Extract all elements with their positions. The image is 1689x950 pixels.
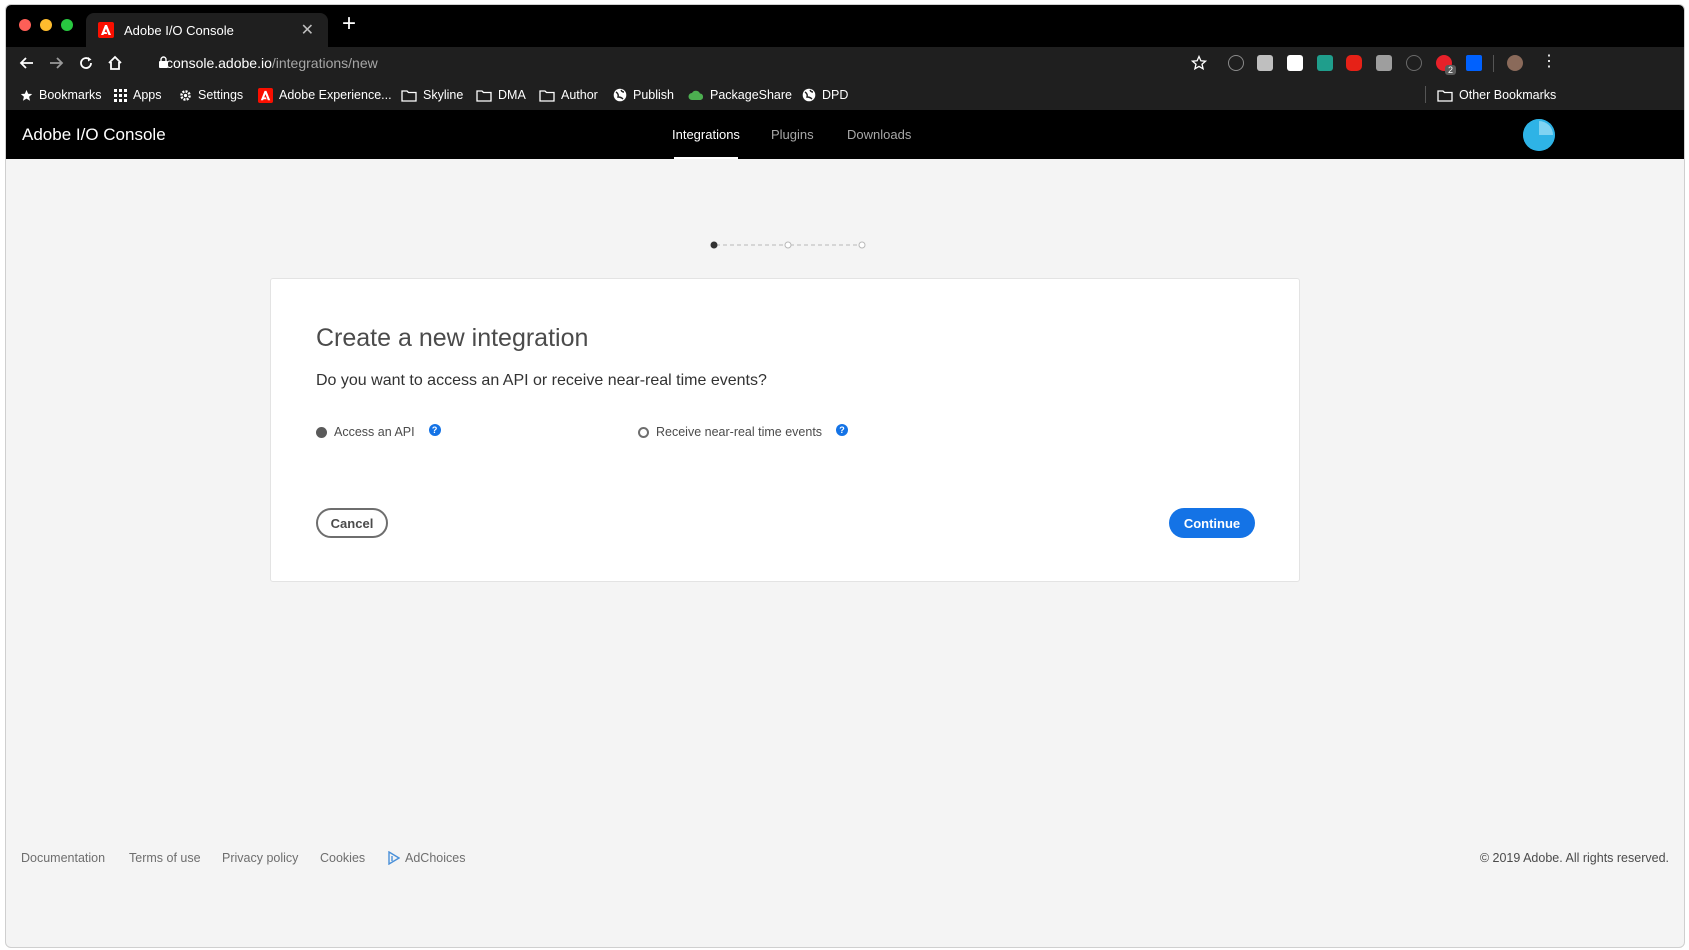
radio-receive-events[interactable]: Receive near-real time events ?: [638, 424, 849, 439]
star-icon: [20, 89, 33, 101]
adobe-logo-icon: [98, 22, 114, 38]
address-bar[interactable]: console.adobe.io/integrations/new: [166, 55, 378, 71]
cloud-icon: [688, 90, 704, 100]
radio-access-api[interactable]: Access an API ?: [316, 424, 441, 439]
avatar-icon: [1523, 119, 1555, 151]
back-arrow-icon[interactable]: [18, 54, 36, 72]
tab-strip: Adobe I/O Console ✕ +: [6, 5, 1684, 47]
folder-icon: [1437, 89, 1453, 102]
browser-tab[interactable]: Adobe I/O Console ✕: [86, 13, 328, 47]
nav-tab-plugins[interactable]: Plugins: [771, 127, 814, 142]
bookmark-packageshare[interactable]: PackageShare: [688, 86, 792, 104]
folder-icon: [539, 89, 555, 102]
cancel-button[interactable]: Cancel: [316, 508, 388, 538]
nav-tab-downloads[interactable]: Downloads: [847, 127, 911, 142]
broadcast-extension-icon[interactable]: [1406, 55, 1422, 71]
help-icon[interactable]: ?: [428, 424, 441, 436]
nav-tab-integrations[interactable]: Integrations: [672, 127, 740, 142]
tab-title: Adobe I/O Console: [124, 23, 234, 38]
step-3-dot: [858, 241, 866, 249]
copyright-text: © 2019 Adobe. All rights reserved.: [1479, 851, 1669, 865]
bookmark-adobe-experience[interactable]: Adobe Experience...: [258, 86, 392, 104]
browser-window: Adobe I/O Console ✕ + console.adobe.io/i…: [5, 4, 1685, 948]
bookmark-bookmarks[interactable]: Bookmarks: [20, 86, 102, 104]
info-extension-icon[interactable]: [1228, 55, 1244, 71]
close-tab-icon[interactable]: ✕: [301, 20, 314, 40]
step-1-dot: [710, 241, 718, 249]
bookmarks-bar: Bookmarks Apps Settings Adobe Experience…: [6, 79, 1684, 110]
radio-unselected-dot[interactable]: [638, 426, 649, 438]
browser-toolbar: console.adobe.io/integrations/new 2 ⋮: [6, 47, 1684, 79]
help-icon[interactable]: ?: [836, 424, 849, 436]
extension-badge-count: 2: [1445, 65, 1457, 75]
new-tab-button[interactable]: +: [342, 12, 356, 36]
dropbox-extension-icon[interactable]: [1466, 55, 1482, 71]
globe-icon: [613, 88, 627, 102]
browser-menu-icon[interactable]: ⋮: [1541, 53, 1557, 71]
youtube-extension-icon[interactable]: [1346, 55, 1362, 71]
apps-grid-icon: [114, 88, 127, 102]
sheets-extension-icon[interactable]: [1317, 55, 1333, 71]
folder-icon: [476, 89, 492, 102]
footer-link-terms[interactable]: Terms of use: [129, 851, 201, 865]
puzzle-extension-icon[interactable]: [1376, 55, 1392, 71]
bookmark-other-bookmarks[interactable]: Other Bookmarks: [1437, 86, 1556, 104]
reload-icon[interactable]: [77, 54, 95, 72]
bookmark-author[interactable]: Author: [539, 86, 598, 104]
bookmarks-divider: [1425, 86, 1426, 103]
continue-button[interactable]: Continue: [1169, 508, 1255, 538]
page-footer: Documentation Terms of use Privacy polic…: [6, 831, 1684, 883]
adchoices-icon: [388, 851, 400, 865]
adobe-logo-icon: [258, 87, 273, 103]
app-brand[interactable]: Adobe I/O Console: [22, 125, 166, 145]
home-icon[interactable]: [106, 54, 124, 72]
grid-extension-icon[interactable]: [1257, 55, 1273, 71]
window-zoom-button[interactable]: [61, 19, 73, 31]
integration-question: Do you want to access an API or receive …: [316, 372, 767, 389]
radio-label: Access an API: [334, 425, 415, 439]
bookmark-skyline[interactable]: Skyline: [401, 86, 463, 104]
drive-extension-icon[interactable]: [1287, 55, 1303, 71]
bookmark-apps[interactable]: Apps: [114, 86, 162, 104]
window-minimize-button[interactable]: [40, 19, 52, 31]
bookmark-dpd[interactable]: DPD: [802, 86, 848, 104]
folder-icon: [401, 89, 417, 102]
bookmark-settings[interactable]: Settings: [179, 86, 243, 104]
radio-label: Receive near-real time events: [656, 425, 823, 439]
url-path: /integrations/new: [271, 55, 378, 71]
gear-icon: [180, 89, 191, 101]
bookmark-star-icon[interactable]: [1191, 55, 1207, 71]
bookmark-publish[interactable]: Publish: [613, 86, 674, 104]
user-avatar[interactable]: [1523, 119, 1555, 151]
active-tab-indicator: [674, 157, 738, 159]
app-header: Adobe I/O Console Integrations Plugins D…: [6, 110, 1684, 159]
page-title: Create a new integration: [316, 324, 589, 352]
forward-arrow-icon[interactable]: [47, 54, 65, 72]
progress-stepper: [710, 241, 866, 249]
footer-link-cookies[interactable]: Cookies: [320, 851, 365, 865]
radio-selected-dot[interactable]: [316, 426, 327, 438]
toolbar-divider: [1493, 55, 1494, 72]
step-2-dot: [784, 241, 792, 249]
url-host: console.adobe.io: [166, 55, 272, 71]
footer-link-adchoices[interactable]: AdChoices: [387, 851, 465, 865]
globe-icon: [802, 88, 816, 102]
profile-avatar-icon[interactable]: [1507, 55, 1523, 71]
footer-link-documentation[interactable]: Documentation: [21, 851, 105, 865]
footer-link-privacy[interactable]: Privacy policy: [222, 851, 298, 865]
bookmark-dma[interactable]: DMA: [476, 86, 526, 104]
create-integration-card: Create a new integration Do you want to …: [270, 278, 1300, 582]
window-close-button[interactable]: [19, 19, 31, 31]
